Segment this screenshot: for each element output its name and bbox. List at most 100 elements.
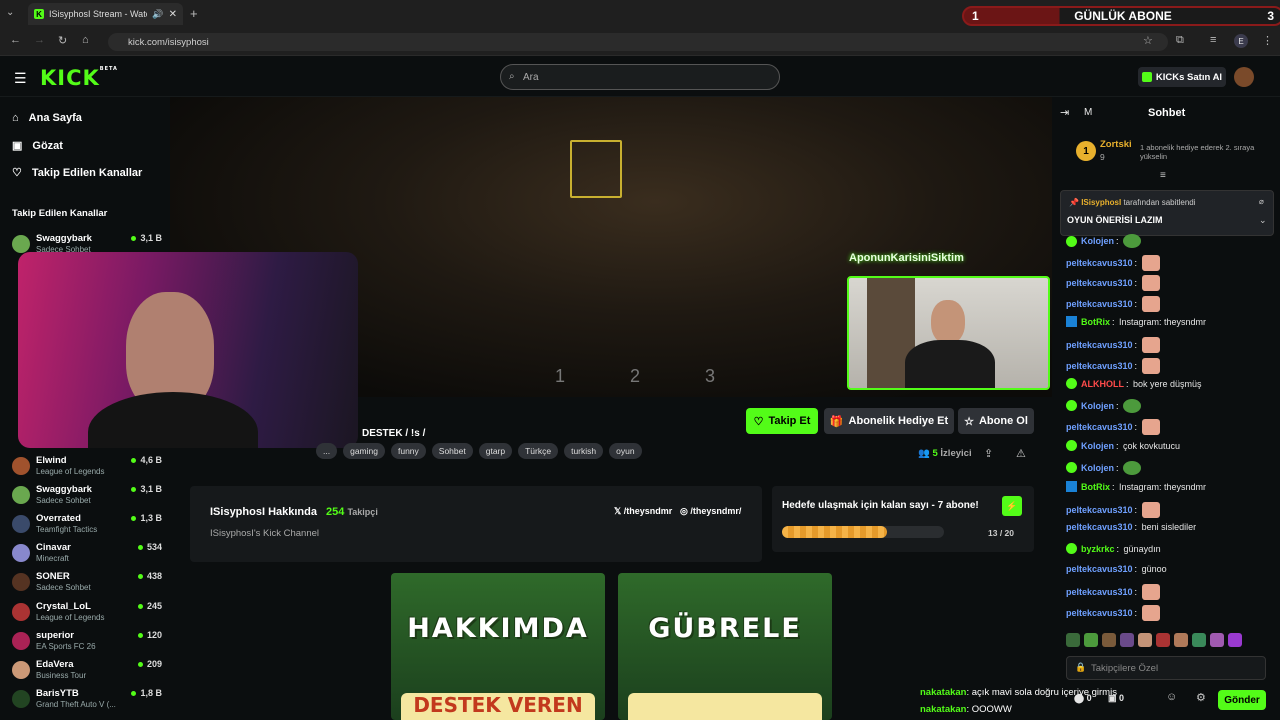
stream-tag[interactable]: Türkçe: [518, 443, 559, 459]
chat-message[interactable]: peltekcavus310:: [1066, 275, 1162, 292]
emote-icon[interactable]: [1084, 633, 1098, 647]
pinned-message[interactable]: 📌 ISisyphosI tarafından sabitlendi OYUN …: [1060, 190, 1274, 236]
tab-list-chevron-icon[interactable]: ⌄: [6, 7, 14, 18]
chat-username[interactable]: Kolojen: [1081, 441, 1114, 451]
sidebar-item-home[interactable]: ⌂ Ana Sayfa: [12, 112, 82, 124]
browser-tab[interactable]: K ISisyphosI Stream - Watch 🔊 ✕: [28, 3, 183, 25]
media-icon[interactable]: ≡: [1210, 34, 1216, 46]
chat-message[interactable]: peltekcavus310:: [1066, 604, 1162, 621]
reload-icon[interactable]: ↻: [58, 34, 67, 47]
chat-message[interactable]: peltekcavus310: beni sislediler: [1066, 522, 1196, 532]
chat-username[interactable]: ALKHOLL: [1081, 379, 1124, 389]
sidebar-channel[interactable]: EdaVera Business Tour 209: [12, 659, 162, 685]
panel-about-me[interactable]: HAKKIMDA DESTEK VEREN: [391, 573, 605, 720]
sidebar-channel[interactable]: Swaggybark Sadece Sohbet 3,1 B: [12, 484, 162, 510]
user-avatar[interactable]: [1234, 67, 1254, 87]
emote-icon[interactable]: [1228, 633, 1242, 647]
chat-username[interactable]: byzkrkc: [1081, 544, 1115, 554]
chat-input[interactable]: 🔒 Takipçilere Özel: [1066, 656, 1266, 680]
chat-username[interactable]: Kolojen: [1081, 401, 1114, 411]
hamburger-menu-icon[interactable]: ☰: [14, 70, 27, 87]
chat-message[interactable]: peltekcavus310:: [1066, 419, 1162, 436]
chat-username[interactable]: peltekcavus310: [1066, 258, 1133, 268]
emote-icon[interactable]: [1120, 633, 1134, 647]
chat-username[interactable]: peltekcavus310: [1066, 278, 1133, 288]
chat-username[interactable]: Kolojen: [1081, 236, 1114, 246]
sidebar-channel[interactable]: superior EA Sports FC 26 120: [12, 630, 162, 656]
forward-icon[interactable]: →: [34, 34, 45, 46]
chat-message[interactable]: ALKHOLL: bok yere düşmüş: [1066, 378, 1202, 390]
buy-kicks-button[interactable]: KICKs Satın Al: [1138, 67, 1226, 87]
browser-menu-icon[interactable]: ⋮: [1262, 34, 1273, 47]
chat-message[interactable]: Kolojen:: [1066, 398, 1143, 413]
search-input[interactable]: ⌕ Ara: [500, 64, 780, 90]
chat-username[interactable]: peltekcavus310: [1066, 299, 1133, 309]
gift-sub-button[interactable]: 🎁 Abonelik Hediye Et: [824, 408, 954, 434]
sidebar-channel[interactable]: Crystal_LoL League of Legends 245: [12, 601, 162, 627]
chat-message[interactable]: Kolojen:: [1066, 460, 1143, 475]
goal-icon[interactable]: ⚡: [1002, 496, 1022, 516]
emote-picker-icon[interactable]: ☺: [1166, 691, 1177, 703]
chat-message[interactable]: peltekcavus310:: [1066, 357, 1162, 374]
chat-message[interactable]: peltekcavus310:: [1066, 254, 1162, 271]
chat-username[interactable]: BotRix: [1081, 317, 1110, 327]
kick-logo[interactable]: KICKBETA: [40, 66, 118, 90]
profile-avatar[interactable]: E: [1234, 34, 1248, 48]
emote-icon[interactable]: [1192, 633, 1206, 647]
panel-fertilize[interactable]: GÜBRELE: [618, 573, 832, 720]
stream-tag[interactable]: oyun: [609, 443, 642, 459]
stream-tag[interactable]: turkish: [564, 443, 604, 459]
collapse-chat-icon[interactable]: ⇥: [1060, 106, 1069, 119]
sidebar-channel[interactable]: Overrated Teamfight Tactics 1,3 B: [12, 513, 162, 539]
chat-message[interactable]: peltekcavus310:: [1066, 337, 1162, 353]
new-tab-icon[interactable]: +: [190, 6, 198, 21]
chevron-down-icon[interactable]: ⌄: [1259, 215, 1267, 226]
chat-message[interactable]: Kolojen: çok kovkutucu: [1066, 440, 1180, 451]
settings-gear-icon[interactable]: ⚙: [1196, 691, 1206, 704]
filter-icon[interactable]: ≡: [1160, 170, 1166, 181]
url-field[interactable]: kick.com/isisyphosi: [108, 33, 1168, 51]
share-icon[interactable]: ⇪: [984, 447, 993, 460]
chat-username[interactable]: peltekcavus310: [1066, 608, 1133, 618]
chat-username[interactable]: peltekcavus310: [1066, 422, 1133, 432]
report-icon[interactable]: ⚠: [1016, 447, 1026, 460]
chat-message[interactable]: byzkrkc: günaydın: [1066, 543, 1161, 554]
chat-username[interactable]: peltekcavus310: [1066, 564, 1133, 574]
emote-icon[interactable]: [1066, 633, 1080, 647]
chat-message[interactable]: BotRix: Instagram: theysndmr: [1066, 481, 1206, 493]
chat-message[interactable]: peltekcavus310:: [1066, 584, 1162, 601]
stream-tag[interactable]: gaming: [343, 443, 385, 459]
chat-message[interactable]: BotRix: Instagram: theysndmr: [1066, 316, 1206, 328]
emote-icon[interactable]: [1102, 633, 1116, 647]
chat-username[interactable]: Kolojen: [1081, 463, 1114, 473]
subscribe-button[interactable]: ☆ Abone Ol: [958, 408, 1034, 434]
stream-tag[interactable]: Sohbet: [431, 443, 473, 459]
chat-message[interactable]: peltekcavus310:: [1066, 501, 1162, 518]
sidebar-channel[interactable]: BarisYTB Grand Theft Auto V (... 1,8 B: [12, 688, 162, 714]
chat-username[interactable]: peltekcavus310: [1066, 587, 1133, 597]
chat-username[interactable]: peltekcavus310: [1066, 505, 1133, 515]
tab-close-icon[interactable]: ✕: [169, 9, 177, 20]
stream-tag[interactable]: ...: [316, 443, 338, 459]
back-icon[interactable]: ←: [10, 34, 21, 46]
chat-username[interactable]: peltekcavus310: [1066, 522, 1133, 532]
x-link[interactable]: 𝕏 /theysndmr: [614, 506, 672, 517]
follow-button[interactable]: ♡ Takip Et: [746, 408, 818, 434]
tab-audio-icon[interactable]: 🔊: [152, 9, 163, 20]
emote-icon[interactable]: [1174, 633, 1188, 647]
chat-username[interactable]: peltekcavus310: [1066, 361, 1133, 371]
sidebar-channel[interactable]: SONER Sadece Sohbet 438: [12, 571, 162, 597]
top-gifter-name[interactable]: Zortski: [1100, 139, 1132, 150]
emote-icon[interactable]: [1138, 633, 1152, 647]
chat-username[interactable]: peltekcavus310: [1066, 340, 1133, 350]
bookmark-star-icon[interactable]: ☆: [1143, 34, 1153, 47]
emote-icon[interactable]: [1210, 633, 1224, 647]
home-browser-icon[interactable]: ⌂: [82, 34, 89, 46]
sidebar-channel[interactable]: Cinavar Minecraft 534: [12, 542, 162, 568]
send-button[interactable]: Gönder: [1218, 690, 1266, 710]
instagram-link[interactable]: ◎ /theysndmr/: [680, 506, 741, 517]
stream-tag[interactable]: funny: [390, 443, 426, 459]
emote-icon[interactable]: [1156, 633, 1170, 647]
sidebar-channel[interactable]: Elwind League of Legends 4,6 B: [12, 455, 162, 481]
stream-tag[interactable]: gtarp: [478, 443, 513, 459]
